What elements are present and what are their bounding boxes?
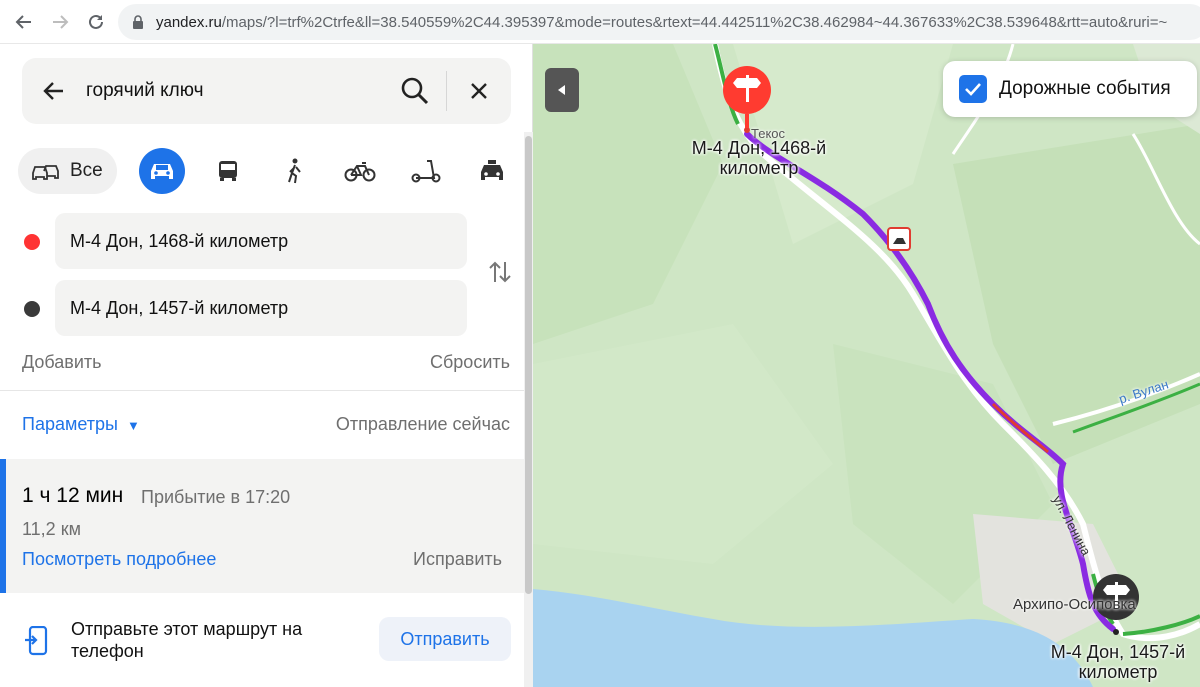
back-arrow-icon[interactable]	[22, 58, 86, 124]
params-dropdown[interactable]: Параметры ▼	[22, 414, 140, 435]
divider	[0, 390, 524, 391]
collapse-panel-button[interactable]	[545, 68, 579, 112]
start-marker-pin[interactable]	[723, 66, 771, 114]
send-to-phone-text: Отправьте этот маршрут на телефон	[71, 619, 303, 661]
route-duration: 1 ч 12 мин	[22, 484, 124, 507]
reload-icon[interactable]	[78, 4, 114, 40]
route-selected-indicator	[0, 459, 6, 593]
phone-icon	[24, 625, 48, 656]
caret-left-icon	[558, 85, 565, 95]
route-distance: 11,2 км	[22, 519, 81, 539]
swap-icon[interactable]	[485, 257, 515, 287]
lock-icon	[132, 15, 144, 29]
bicycle-mode-button[interactable]	[337, 148, 383, 194]
send-button[interactable]: Отправить	[379, 617, 511, 661]
end-point-dot	[24, 301, 40, 317]
cars-icon	[32, 165, 59, 180]
end-point-input[interactable]: М-4 Дон, 1457-й километр	[55, 280, 467, 336]
url-domain: yandex.ru	[156, 13, 222, 31]
end-map-label: М-4 Дон, 1457-й километр	[1050, 642, 1186, 682]
caret-down-icon: ▼	[126, 418, 140, 433]
route-fix-link[interactable]: Исправить	[413, 549, 502, 570]
route-panel: горячий ключ Все М-4 Дон, 1468-й километ…	[0, 44, 533, 687]
checkbox-checked-icon[interactable]	[959, 75, 987, 103]
transport-modes: Все	[18, 148, 515, 194]
traffic-events-toggle[interactable]: Дорожные события	[943, 61, 1197, 117]
url-path: /maps/?l=trf%2Ctrfe&ll=38.540559%2C44.39…	[221, 13, 1168, 31]
start-map-label: М-4 Дон, 1468-й километр	[691, 138, 827, 178]
close-icon[interactable]	[447, 58, 511, 124]
walk-mode-button[interactable]	[271, 148, 317, 194]
departure-selector[interactable]: Отправление сейчас	[336, 414, 510, 435]
params-label: Параметры	[22, 414, 118, 434]
map[interactable]: Дорожные события Текос М-4 Дон, 1468-й к…	[533, 44, 1200, 687]
send-to-phone: Отправьте этот маршрут на телефон Отправ…	[0, 594, 524, 687]
scrollbar-thumb[interactable]	[525, 136, 532, 594]
route-card[interactable]: 1 ч 12 мин Прибытие в 17:20 11,2 км Посм…	[0, 459, 524, 593]
bicycle-icon	[344, 162, 376, 182]
start-point-input[interactable]: М-4 Дон, 1468-й километр	[55, 213, 467, 269]
search-icon[interactable]	[384, 58, 446, 124]
start-marker-stem	[745, 114, 749, 128]
town-label-bottom: Архипо-Осиповка	[1013, 596, 1136, 613]
search-box: горячий ключ	[22, 58, 511, 124]
start-point-dot	[24, 234, 40, 250]
scooter-mode-button[interactable]	[403, 148, 449, 194]
taxi-icon	[480, 160, 503, 180]
reset-button[interactable]: Сбросить	[430, 352, 510, 373]
taxi-mode-button[interactable]	[469, 148, 515, 194]
mode-all-label: Все	[70, 160, 103, 181]
pedestrian-icon	[287, 158, 301, 184]
traffic-events-label: Дорожные события	[999, 78, 1171, 99]
route-details-link[interactable]: Посмотреть подробнее	[22, 549, 216, 570]
route-arrival: Прибытие в 17:20	[141, 487, 291, 507]
bus-icon	[218, 161, 237, 181]
search-input[interactable]: горячий ключ	[86, 80, 384, 102]
forward-arrow-icon[interactable]	[42, 4, 78, 40]
bus-mode-button[interactable]	[205, 148, 251, 194]
scooter-icon	[411, 160, 441, 183]
browser-toolbar: yandex.ru/maps/?l=trf%2Ctrfe&ll=38.54055…	[0, 0, 1200, 44]
mode-all-button[interactable]: Все	[18, 148, 117, 194]
car-mode-button[interactable]	[138, 148, 185, 194]
signpost-icon	[733, 75, 761, 102]
car-icon	[150, 164, 173, 179]
back-arrow-icon[interactable]	[6, 4, 42, 40]
address-bar[interactable]: yandex.ru/maps/?l=trf%2Ctrfe&ll=38.54055…	[118, 4, 1200, 40]
add-point-button[interactable]: Добавить	[22, 352, 102, 373]
